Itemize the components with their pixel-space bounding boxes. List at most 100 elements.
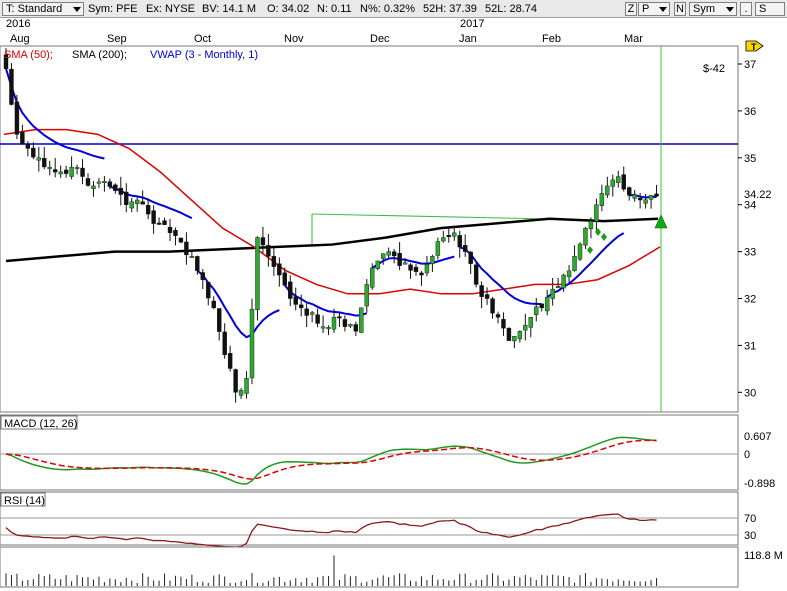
pct-change-readout: N%: 0.32%	[360, 3, 416, 15]
up-candle	[129, 201, 134, 209]
up-candle	[238, 389, 244, 396]
down-candle	[408, 264, 413, 271]
down-candle	[178, 237, 184, 243]
zoom-button[interactable]: Z	[625, 2, 637, 16]
down-candle	[342, 319, 348, 327]
rsi-label: RSI (14)	[4, 495, 45, 507]
layout-dropdown-icon	[73, 7, 81, 12]
price-tick-label: 31	[744, 340, 756, 352]
dot-button[interactable]: .	[740, 2, 752, 16]
down-candle	[63, 169, 69, 174]
macd-tick-zero: 0	[744, 449, 750, 461]
open-readout: O: 34.02	[267, 3, 310, 15]
bv-readout: BV: 14.1 M	[202, 3, 257, 15]
sma50-legend: SMA (50);	[4, 49, 53, 61]
layout-select[interactable]: T: Standard	[2, 2, 84, 16]
month-label: Oct	[194, 33, 211, 45]
up-candle	[430, 256, 435, 264]
up-candle	[550, 288, 555, 299]
up-candle	[452, 232, 457, 237]
price-panel[interactable]	[0, 45, 739, 413]
trade-marker[interactable]: T	[745, 40, 764, 52]
up-candle	[134, 199, 140, 204]
up-candle	[441, 237, 446, 242]
down-candle	[637, 197, 643, 201]
period-select-label: P	[642, 3, 650, 15]
down-candle	[227, 353, 233, 369]
up-candle	[386, 251, 391, 256]
down-candle	[304, 308, 309, 316]
down-candle	[490, 298, 495, 314]
period-select[interactable]: P	[638, 2, 670, 16]
down-candle	[397, 252, 402, 266]
symbol-select[interactable]: Sym	[689, 2, 737, 16]
volume-panel[interactable]	[0, 546, 739, 588]
down-candle	[468, 251, 473, 264]
trade-marker-label: T	[751, 42, 757, 52]
down-candle	[391, 251, 397, 257]
down-candle	[293, 296, 298, 305]
down-candle	[216, 308, 222, 332]
down-candle	[484, 294, 490, 299]
year-label: 2017	[460, 18, 484, 30]
up-candle	[648, 195, 654, 200]
chart-toolbar: T: Standard Sym: PFE Ex: NYSE BV: 14.1 M…	[0, 0, 787, 18]
down-candle	[419, 272, 424, 276]
up-candle	[555, 286, 561, 289]
up-candle	[583, 227, 588, 246]
month-label: Sep	[107, 33, 127, 45]
volume-tick-max: 118.8 M	[744, 550, 783, 562]
chart-canvas[interactable]: 2016 2017Aug Sep Oct Nov Dec Jan Feb Mar 3736353…	[0, 18, 787, 591]
down-candle	[140, 201, 145, 205]
down-candle	[107, 181, 113, 187]
up-candle	[610, 179, 615, 187]
down-candle	[113, 184, 118, 191]
up-candle	[74, 167, 80, 170]
up-candle	[616, 176, 621, 183]
price-tick-label: 30	[744, 387, 756, 399]
change-readout: N: 0.11	[317, 3, 352, 15]
down-candle	[463, 245, 468, 252]
last-price-tag: 34.22	[739, 187, 773, 201]
macd-header: MACD (12, 26)	[0, 415, 78, 430]
down-candle	[211, 300, 216, 309]
up-candle	[588, 220, 594, 229]
down-candle	[184, 241, 189, 256]
macd-panel[interactable]	[0, 414, 739, 491]
down-candle	[42, 157, 47, 168]
macd-tick-max: 0.607	[744, 431, 772, 443]
up-candle	[348, 324, 353, 327]
down-candle	[266, 245, 271, 257]
up-candle	[632, 194, 637, 199]
down-candle	[233, 369, 238, 393]
macd-label: MACD (12, 26)	[4, 418, 77, 430]
vwap-legend: VWAP (3 - Monthly, 1)	[150, 49, 258, 61]
down-candle	[200, 272, 206, 280]
up-candle	[189, 256, 195, 258]
down-candle	[299, 304, 304, 309]
up-candle	[643, 199, 648, 204]
price-tick-label: 34	[744, 200, 756, 212]
down-candle	[9, 68, 14, 105]
up-candle	[36, 157, 41, 161]
down-candle	[145, 205, 151, 215]
up-candle	[255, 237, 260, 311]
up-candle	[512, 335, 517, 342]
down-candle	[288, 281, 293, 299]
month-label: Aug	[10, 33, 30, 45]
down-candle	[271, 256, 277, 267]
next-button[interactable]: N	[674, 2, 686, 16]
up-candle	[545, 296, 550, 312]
month-label: Feb	[542, 33, 561, 45]
down-candle	[627, 187, 632, 196]
settings-button[interactable]: S	[755, 2, 785, 16]
down-candle	[654, 193, 659, 197]
down-candle	[14, 101, 20, 135]
down-candle	[539, 303, 544, 309]
down-candle	[277, 263, 282, 276]
up-candle	[424, 264, 430, 274]
month-label: Jan	[459, 33, 477, 45]
up-candle	[91, 185, 96, 189]
down-candle	[118, 187, 124, 195]
up-candle	[566, 270, 572, 277]
